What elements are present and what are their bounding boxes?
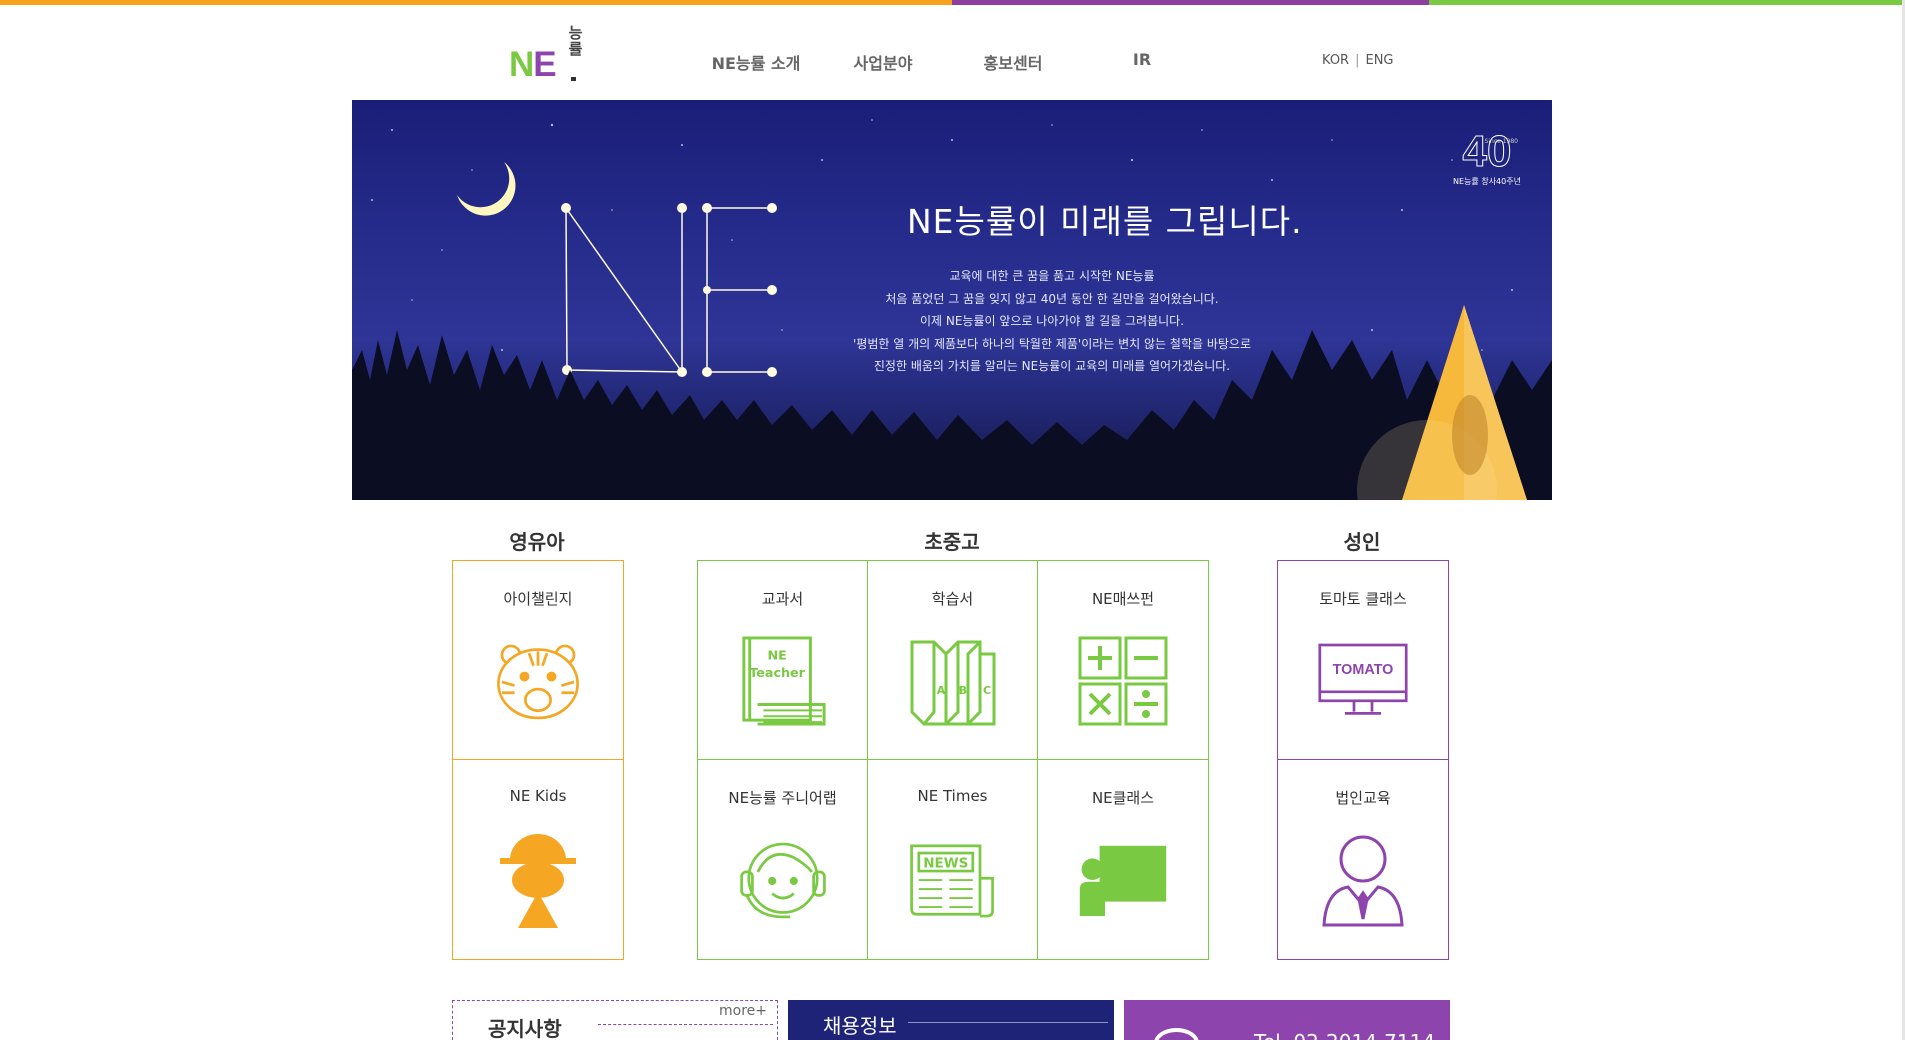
books-icon-text: B xyxy=(959,684,967,697)
notice-divider xyxy=(598,1024,773,1025)
newspaper-icon-text: NEWS xyxy=(923,855,968,871)
hero-line: 교육에 대한 큰 꿈을 품고 시작한 NE능률 xyxy=(949,269,1155,283)
category-title-kids: 영유아 xyxy=(509,530,565,554)
recruit-title: 채용정보 xyxy=(823,1014,897,1038)
product-label: 학습서 xyxy=(931,590,974,608)
hero-line: '평범한 열 개의 제품보다 하나의 탁월한 제품'이라는 변치 않는 철학을 … xyxy=(852,336,1252,351)
teacher-board-icon xyxy=(1078,830,1168,930)
nav-item-about[interactable]: NE능률 소개 xyxy=(685,50,827,74)
businessman-icon xyxy=(1318,830,1408,930)
newspaper-icon: NEWS xyxy=(908,830,998,930)
books-icon: A B C xyxy=(908,631,998,731)
hero-description: 교육에 대한 큰 꿈을 품고 시작한 NE능률 처음 품었던 그 꿈을 잊지 않… xyxy=(792,265,1312,378)
product-label: 아이챌린지 xyxy=(503,590,573,608)
hero-line: 이제 NE능률이 앞으로 나아가야 할 길을 그려봅니다. xyxy=(919,314,1185,328)
product-textbook[interactable]: 교과서 NE Teacher xyxy=(698,561,868,760)
contact-phone: Tel. 02-2014-7114 xyxy=(1254,1030,1435,1040)
language-switch: KOR | ENG xyxy=(1322,53,1394,68)
lang-kor[interactable]: KOR xyxy=(1322,53,1349,68)
main-nav: NE능률 소개 사업분야 홍보센터 IR xyxy=(685,50,1197,74)
product-study-books[interactable]: 학습서 A B C xyxy=(868,561,1038,760)
notice-more-link[interactable]: more+ xyxy=(719,1003,767,1019)
headset-icon xyxy=(738,830,828,930)
textbook-icon-text: Teacher xyxy=(749,665,805,680)
hero-line: 처음 품었던 그 꿈을 잊지 않고 40년 동안 한 길만을 걸어왔습니다. xyxy=(885,291,1219,306)
header: NE 능률 NE능률 소개 사업분야 홍보센터 IR KOR | ENG xyxy=(0,5,1905,100)
product-tomato-class[interactable]: 토마토 클래스 TOMATO xyxy=(1278,561,1448,760)
anniversary-number: 40 xyxy=(1462,127,1512,176)
monitor-icon: TOMATO xyxy=(1318,631,1408,731)
phone-icon xyxy=(1154,1028,1199,1040)
category-title-adult: 성인 xyxy=(1343,530,1381,554)
product-label: 교과서 xyxy=(761,590,804,608)
logo-kr-text: 능률 xyxy=(566,25,584,57)
product-label: 법인교육 xyxy=(1335,789,1391,807)
hero-banner: NE능률이 미래를 그립니다. 교육에 대한 큰 꿈을 품고 시작한 NE능률 … xyxy=(352,100,1552,500)
notice-title: 공지사항 xyxy=(488,1017,562,1040)
product-label: NE클래스 xyxy=(1091,789,1155,807)
product-ne-kids[interactable]: NE Kids xyxy=(453,760,623,959)
product-ne-times[interactable]: NE Times NEWS xyxy=(868,760,1038,959)
logo[interactable]: NE 능률 xyxy=(509,25,589,89)
books-icon-text: C xyxy=(983,684,991,697)
recruit-box[interactable]: 채용정보 xyxy=(788,1000,1114,1040)
product-ne-class[interactable]: NE클래스 xyxy=(1038,760,1208,959)
product-label: NE Kids xyxy=(509,787,567,805)
math-symbols-icon xyxy=(1078,631,1168,731)
category-grid-kids: 아이챌린지 NE Kids xyxy=(452,560,624,960)
logo-mark xyxy=(571,77,576,81)
product-ne-mathfun[interactable]: NE매쓰펀 xyxy=(1038,561,1208,760)
recruit-divider xyxy=(908,1022,1108,1023)
tiger-icon xyxy=(493,631,583,731)
monitor-icon-text: TOMATO xyxy=(1333,662,1394,678)
ne-constellation xyxy=(565,207,772,373)
product-label: NE Times xyxy=(917,787,988,805)
category-grid-school: 교과서 NE Teacher 학습서 A B C NE매쓰펀 NE능률 주니어랩… xyxy=(697,560,1209,960)
textbook-icon-text: NE xyxy=(767,647,786,662)
nav-item-business[interactable]: 사업분야 xyxy=(827,50,939,74)
nav-item-ir[interactable]: IR xyxy=(1087,50,1197,74)
child-hat-icon xyxy=(493,830,583,930)
anniversary-caption: NE능률 창사40주년 xyxy=(1453,177,1521,186)
category-grid-adult: 토마토 클래스 TOMATO 법인교육 xyxy=(1277,560,1449,960)
textbook-icon: NE Teacher xyxy=(738,631,828,731)
moon-icon xyxy=(457,162,516,216)
lang-eng[interactable]: ENG xyxy=(1365,53,1393,68)
product-i-challenge[interactable]: 아이챌린지 xyxy=(453,561,623,760)
anniversary-since: Since 1980 xyxy=(1484,138,1518,145)
nav-item-pr-center[interactable]: 홍보센터 xyxy=(939,50,1087,74)
hero-line: 진정한 배움의 가치를 알리는 NE능률이 교육의 미래를 열어가겠습니다. xyxy=(873,359,1231,373)
books-icon-text: A xyxy=(937,684,946,697)
notice-box: 공지사항 more+ xyxy=(452,1000,778,1040)
anniversary-badge: 40 Since 1980 NE능률 창사40주년 xyxy=(1452,127,1522,187)
logo-ne-text: NE xyxy=(509,45,557,84)
product-corporate-education[interactable]: 법인교육 xyxy=(1278,760,1448,959)
hero-title: NE능률이 미래를 그립니다. xyxy=(907,202,1303,241)
product-junior-lab[interactable]: NE능률 주니어랩 xyxy=(698,760,868,959)
contact-box: Tel. 02-2014-7114 xyxy=(1124,1000,1450,1040)
product-label: NE능률 주니어랩 xyxy=(728,789,837,807)
product-label: NE매쓰펀 xyxy=(1091,590,1155,608)
category-title-school: 초중고 xyxy=(924,530,980,554)
lang-separator: | xyxy=(1355,53,1360,68)
product-label: 토마토 클래스 xyxy=(1319,590,1407,608)
